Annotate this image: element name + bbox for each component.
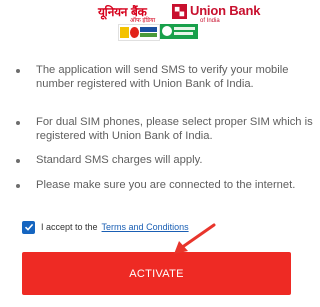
instruction-item: For dual SIM phones, please select prope… (16, 116, 316, 143)
instruction-text: Please make sure you are connected to th… (36, 179, 296, 191)
instruction-item: The application will send SMS to verify … (16, 64, 316, 91)
bullet-dot-icon (16, 69, 20, 73)
bank-logo: यूनियन बैंक ऑफ इंडिया Union Bank of Indi… (0, 0, 312, 50)
bullet-dot-icon (16, 121, 20, 125)
instruction-text: For dual SIM phones, please select prope… (36, 116, 313, 142)
instruction-item: Standard SMS charges will apply. (16, 154, 316, 168)
accept-terms-row: I accept to the Terms and Conditions (22, 219, 189, 235)
accept-terms-checkbox[interactable] (22, 220, 35, 234)
bullet-dot-icon (16, 184, 20, 188)
logo-hindi-subtext: ऑफ इंडिया (130, 18, 156, 24)
red-arrow-icon (174, 223, 216, 254)
logo-english-text: Union Bank (190, 3, 261, 18)
accept-terms-label: I accept to the (41, 222, 98, 232)
logo-english-subtext: of India (200, 18, 220, 24)
corporation-bank-badge-icon (160, 24, 198, 39)
instruction-text: The application will send SMS to verify … (36, 64, 289, 90)
andhra-bank-badge-icon (118, 24, 160, 41)
instruction-item: Please make sure you are connected to th… (16, 179, 316, 193)
instruction-text: Standard SMS charges will apply. (36, 154, 203, 166)
activate-button[interactable]: ACTIVATE (22, 252, 291, 295)
checkmark-icon (24, 223, 33, 231)
union-bank-logo-icon (172, 4, 187, 19)
bullet-dot-icon (16, 159, 20, 163)
